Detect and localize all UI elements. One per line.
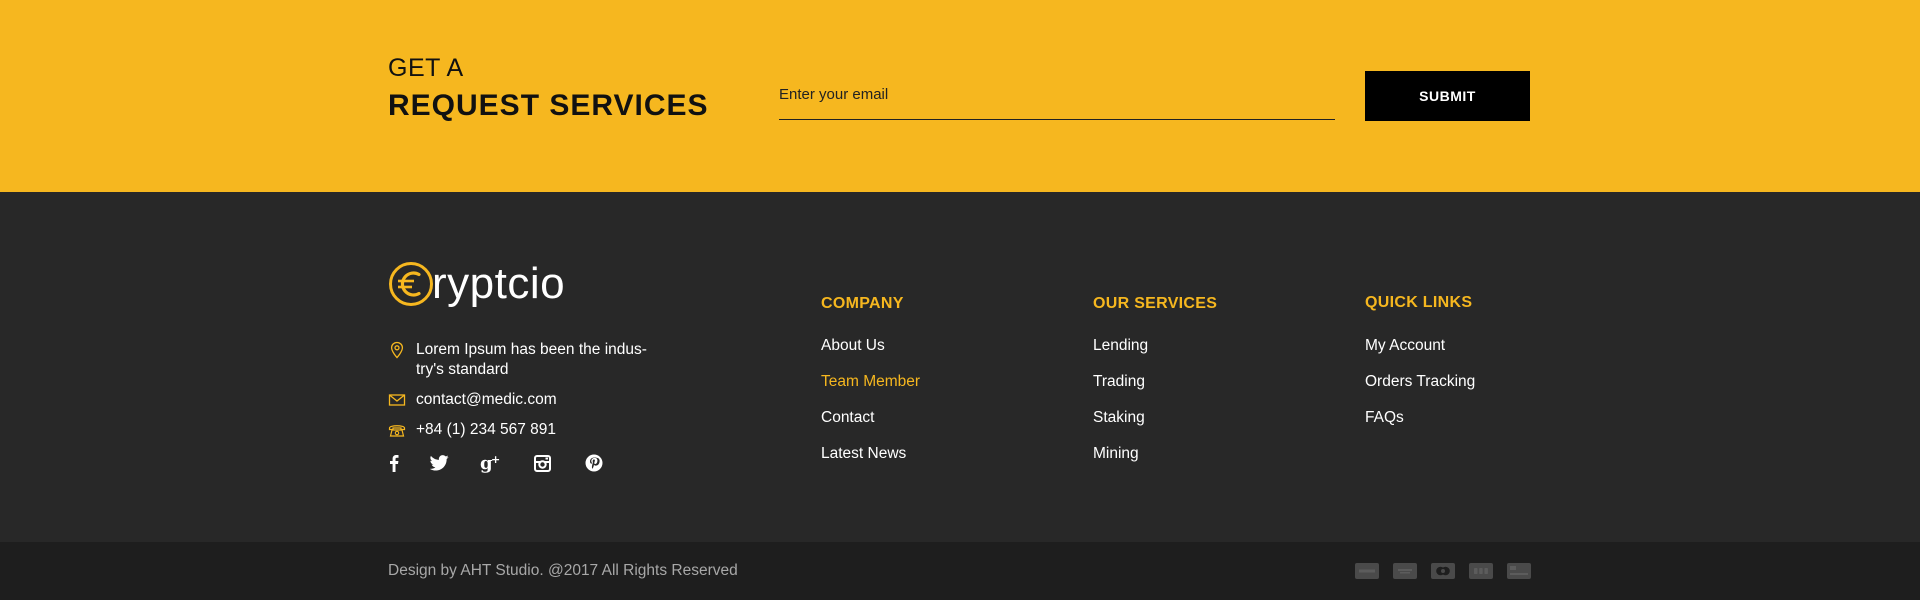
footer-main: [0, 192, 1920, 542]
footer-link-about-us[interactable]: About Us: [821, 337, 885, 355]
company-column-title: COMPANY: [821, 295, 904, 312]
copyright-text: Design by AHT Studio. @2017 All Rights R…: [388, 562, 738, 579]
logo-text: ryptcio: [432, 259, 566, 308]
pinterest-icon[interactable]: [584, 452, 604, 474]
phone-row: +84 (1) 234 567 891: [388, 420, 556, 440]
instagram-icon[interactable]: [533, 452, 551, 474]
footer-link-contact[interactable]: Contact: [821, 409, 874, 427]
quick-links-column-title: QUICK LINKS: [1365, 294, 1473, 311]
services-column-title: OUR SERVICES: [1093, 295, 1218, 312]
visa-icon: [1355, 563, 1379, 579]
address-row: Lorem Ipsum has been the indus-try's sta…: [388, 340, 656, 380]
map-pin-icon: [390, 341, 404, 359]
envelope-icon: [388, 394, 406, 406]
facebook-icon[interactable]: [388, 452, 400, 474]
footer-bottom-bar: [0, 542, 1920, 600]
amex-icon: [1507, 563, 1531, 579]
footer-link-staking[interactable]: Staking: [1093, 409, 1145, 427]
email-input[interactable]: [779, 80, 1335, 119]
telephone-icon: [388, 425, 406, 437]
mastercard-icon: [1431, 563, 1455, 579]
address-text: Lorem Ipsum has been the indus-try's sta…: [416, 341, 647, 378]
email-row: contact@medic.com: [388, 390, 557, 410]
email-field-wrapper: [779, 80, 1335, 120]
request-title: REQUEST SERVICES: [388, 89, 709, 122]
twitter-icon[interactable]: [429, 452, 449, 474]
paypal-icon: [1393, 563, 1417, 579]
google-plus-icon[interactable]: g +: [480, 452, 502, 474]
contact-email[interactable]: contact@medic.com: [416, 390, 557, 410]
footer-link-mining[interactable]: Mining: [1093, 445, 1139, 463]
footer-link-latest-news[interactable]: Latest News: [821, 445, 906, 463]
submit-button[interactable]: SUBMIT: [1365, 71, 1530, 121]
request-subtitle: GET A: [388, 54, 464, 82]
jcb-icon: [1469, 563, 1493, 579]
euro-coin-icon: [389, 262, 433, 306]
logo[interactable]: ryptcio: [388, 258, 565, 310]
footer-link-trading[interactable]: Trading: [1093, 373, 1145, 391]
footer-link-faqs[interactable]: FAQs: [1365, 409, 1404, 427]
footer-link-orders-tracking[interactable]: Orders Tracking: [1365, 373, 1475, 391]
footer-link-lending[interactable]: Lending: [1093, 337, 1148, 355]
contact-phone[interactable]: +84 (1) 234 567 891: [416, 420, 556, 440]
footer-link-my-account[interactable]: My Account: [1365, 337, 1445, 355]
footer-link-team-member[interactable]: Team Member: [821, 373, 920, 391]
svg-text:+: +: [491, 453, 500, 466]
